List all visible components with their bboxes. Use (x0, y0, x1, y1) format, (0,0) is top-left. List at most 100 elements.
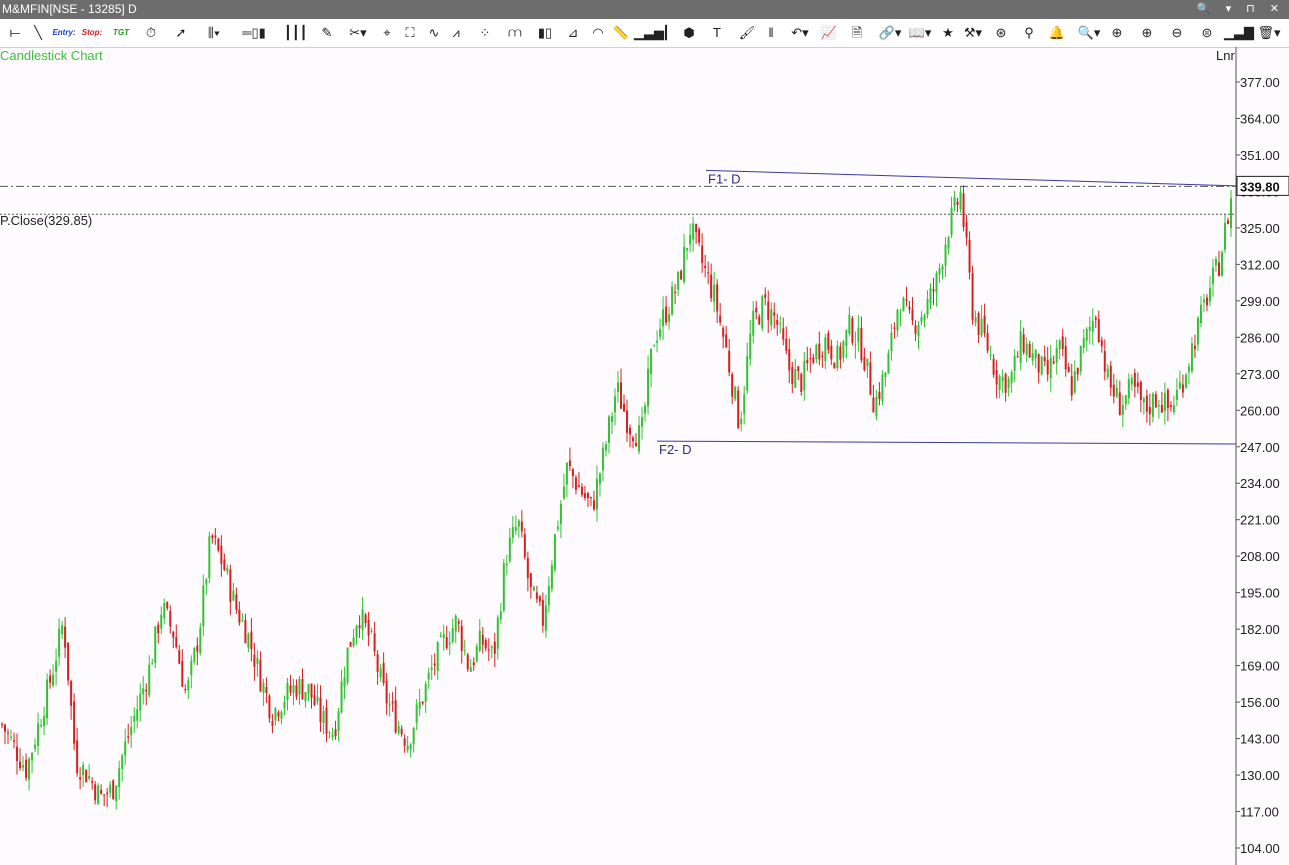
candle-body (76, 740, 79, 774)
candle-body (692, 223, 695, 240)
candle-body (454, 615, 457, 632)
candle-body (157, 624, 160, 634)
candle-body (136, 709, 139, 721)
chart-doc-icon[interactable]: 📈 (818, 23, 840, 43)
zoom-in-icon[interactable]: ⊕ (1136, 23, 1158, 43)
zoom-reset-icon[interactable]: ⊜ (1196, 23, 1218, 43)
curve-icon[interactable]: ∿ (424, 23, 444, 43)
candle-body (403, 738, 406, 746)
y-tick-label: 221.00 (1240, 513, 1280, 528)
vertical-line-icon[interactable]: ┃ (660, 23, 672, 43)
report-icon[interactable]: 🗎 (846, 23, 868, 43)
candle-body (154, 626, 157, 663)
candle-body (259, 660, 262, 692)
y-tick-label: 156.00 (1240, 695, 1280, 710)
star-icon[interactable]: ★ (938, 23, 958, 43)
candle-body (433, 663, 436, 666)
candle-body (1187, 366, 1190, 372)
link-icon[interactable]: 🔗▾ (876, 23, 904, 43)
stop-tool-button[interactable]: Stop: (80, 23, 104, 43)
heikin-icon[interactable]: ▮▯ (534, 23, 556, 43)
horizontal-line-icon[interactable]: ⟝ (4, 23, 26, 43)
trendline-icon[interactable]: ╲ (28, 23, 48, 43)
candle-body (803, 360, 806, 391)
price-chart[interactable]: 377.00364.00351.00338.00325.00312.00299.… (0, 47, 1289, 865)
candle-body (974, 317, 977, 323)
arc-icon[interactable]: ◠ (588, 23, 608, 43)
brush-icon[interactable]: 🖌 (736, 23, 758, 43)
candle-body (1157, 405, 1160, 407)
tools-icon[interactable]: ⚒▾ (960, 23, 986, 43)
area-icon[interactable]: ⩋ (504, 23, 526, 43)
y-tick-label: 234.00 (1240, 476, 1280, 491)
target-tool-button[interactable]: TGT (110, 23, 132, 43)
delete-icon[interactable]: 🗑▾ (1254, 23, 1284, 43)
candle-body (424, 683, 427, 702)
candle-body (199, 627, 202, 654)
candle-body (1229, 198, 1232, 229)
bar-chart-icon[interactable]: ▁▃▇ (1224, 23, 1254, 43)
scatter-icon[interactable]: ⁘ (474, 23, 496, 43)
zoom-fit-icon[interactable]: ⊕ (1106, 23, 1128, 43)
candle-body (839, 346, 842, 360)
candle-body (635, 442, 638, 447)
candle-body (1118, 392, 1121, 416)
book-icon[interactable]: 📖▾ (906, 23, 934, 43)
entry-tool-button[interactable]: Entry: (52, 23, 76, 43)
y-tick-label: 182.00 (1240, 622, 1280, 637)
candle-body (43, 716, 46, 727)
chart-type-label: Candlestick Chart (0, 48, 103, 63)
y-tick-label: 130.00 (1240, 768, 1280, 783)
candle-body (436, 642, 439, 672)
candle-body (752, 310, 755, 336)
candle-body (502, 563, 505, 611)
text-icon[interactable]: T (706, 23, 728, 43)
volume-bars-icon[interactable]: ═▯▮ (232, 23, 276, 43)
crop-icon[interactable]: ⛶ (400, 23, 420, 43)
candle-body (824, 337, 827, 362)
candle-body (962, 193, 965, 227)
candle-body (544, 605, 547, 631)
measure-icon[interactable]: 📏 (610, 23, 632, 43)
zoom-out-icon[interactable]: ⊖ (1166, 23, 1188, 43)
undo-icon[interactable]: ↶▾ (786, 23, 814, 43)
candle-body (385, 680, 388, 704)
candle-body (283, 702, 286, 709)
cube-icon[interactable]: ⬢ (678, 23, 700, 43)
candle-body (565, 462, 568, 485)
alert-bell-icon[interactable]: 🔔 (1046, 23, 1068, 43)
candles-icon[interactable]: ┃┃┃ (284, 23, 307, 43)
candle-body (184, 689, 187, 691)
scale-mode-label[interactable]: Lnr (1216, 48, 1235, 63)
scan-icon[interactable]: ⚲ (1018, 23, 1040, 43)
ruler-icon[interactable]: ✎ (316, 23, 338, 43)
candle-body (989, 354, 992, 356)
candle-body (445, 637, 448, 649)
candle-body (764, 294, 767, 298)
candle-body (812, 357, 815, 363)
y-tick-label: 286.00 (1240, 330, 1280, 345)
candle-body (740, 418, 743, 425)
indicator-icon[interactable]: ⩘ (446, 23, 466, 43)
candle-body (770, 308, 773, 326)
candle-body (400, 728, 403, 735)
candle-body (980, 318, 983, 336)
candle-body (743, 394, 746, 414)
pause-icon[interactable]: ‖ (762, 23, 780, 43)
pointer-icon[interactable]: ➚ (170, 23, 192, 43)
window-controls[interactable]: 🔍 ▾ ⊓ ✕ (1197, 0, 1285, 19)
cross-icon[interactable]: ⌖ (376, 23, 398, 43)
compare-icon[interactable]: ⊛ (990, 23, 1012, 43)
candle-body (49, 675, 52, 683)
bar-style-icon[interactable]: ⫼▾ (200, 23, 228, 43)
candle-body (1175, 389, 1178, 401)
zoom-dropdown-icon[interactable]: 🔍▾ (1074, 23, 1104, 43)
timer-icon[interactable]: ⏱ (140, 23, 162, 43)
prev-close-label: P.Close(329.85) (0, 213, 93, 228)
candle-body (1058, 340, 1061, 350)
candle-body (944, 244, 947, 266)
fan-icon[interactable]: ⊿ (562, 23, 584, 43)
signal-icon[interactable]: ▁▃▅ (634, 23, 664, 43)
scissors-icon[interactable]: ✂▾ (344, 23, 372, 43)
candle-body (244, 620, 247, 644)
